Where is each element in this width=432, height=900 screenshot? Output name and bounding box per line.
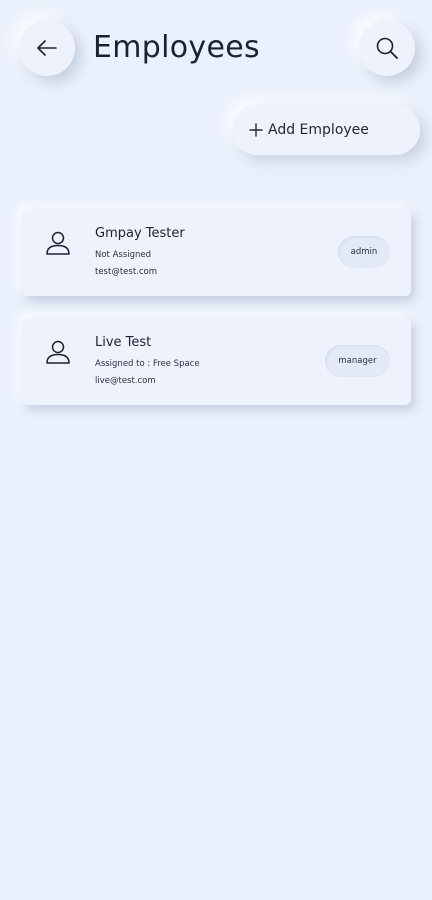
- plus-icon: [249, 123, 263, 137]
- add-employee-label: Add Employee: [268, 122, 369, 138]
- employee-assignment: Not Assigned: [95, 250, 152, 260]
- user-icon: [46, 231, 70, 255]
- add-employee-button[interactable]: Add Employee: [232, 105, 420, 155]
- page-title: Employees: [93, 30, 260, 65]
- role-badge: admin: [338, 236, 390, 268]
- back-button[interactable]: [19, 20, 75, 76]
- employee-assignment: Assigned to : Free Space: [95, 359, 200, 369]
- employee-card[interactable]: Live Test Assigned to : Free Space live@…: [22, 318, 411, 405]
- employee-email: test@test.com: [95, 267, 158, 277]
- employee-name: Live Test: [95, 335, 152, 350]
- role-badge: manager: [325, 345, 390, 377]
- employee-card[interactable]: Gmpay Tester Not Assigned test@test.com …: [22, 209, 411, 296]
- app-header: Employees: [0, 0, 432, 100]
- search-button[interactable]: [359, 20, 415, 76]
- user-icon: [46, 340, 70, 364]
- arrow-left-icon: [37, 40, 57, 56]
- employee-email: live@test.com: [95, 376, 156, 386]
- employee-name: Gmpay Tester: [95, 226, 185, 241]
- search-icon: [376, 37, 398, 59]
